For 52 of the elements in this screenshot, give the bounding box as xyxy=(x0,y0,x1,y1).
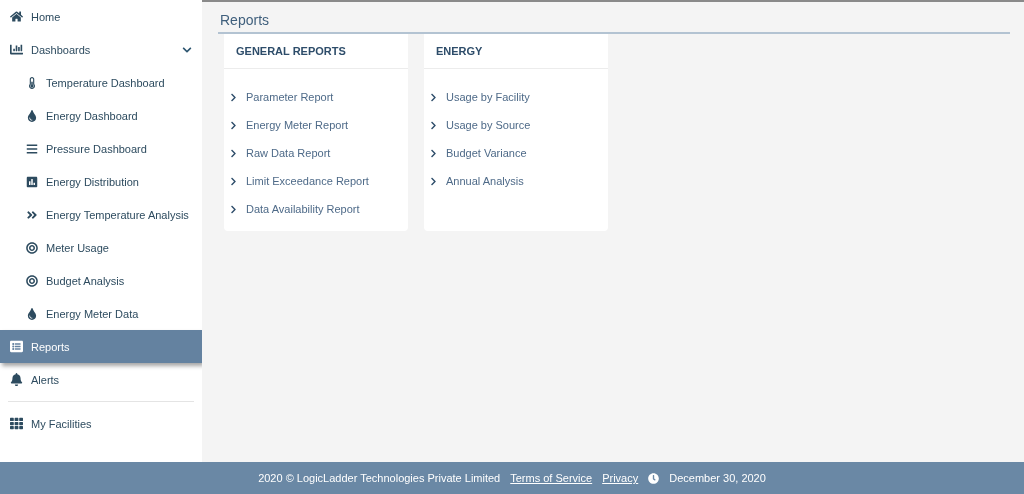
grid-icon xyxy=(10,417,23,430)
copyright-text: 2020 © LogicLadder Technologies Private Limited xyxy=(258,472,501,484)
sidebar-item[interactable]: Budget Analysis xyxy=(0,264,202,297)
clock-icon xyxy=(648,472,660,484)
list-icon xyxy=(10,340,23,353)
chevron-down-icon[interactable] xyxy=(182,44,192,55)
sidebar-item[interactable]: Energy Meter Data xyxy=(0,297,202,330)
sidebar-item[interactable]: Pressure Dashboard xyxy=(0,132,202,165)
chevron-right-icon xyxy=(229,176,238,186)
menu-icon xyxy=(26,142,38,155)
target-icon xyxy=(26,241,38,254)
sidebar-item[interactable]: Energy Dashboard xyxy=(0,99,202,132)
chevron-right-icon xyxy=(429,148,438,158)
report-link[interactable]: Budget Variance xyxy=(424,139,608,167)
chevron-right-icon xyxy=(229,148,238,158)
report-link[interactable]: Raw Data Report xyxy=(224,139,408,167)
report-link[interactable]: Usage by Source xyxy=(424,111,608,139)
report-link[interactable]: Parameter Report xyxy=(224,83,408,111)
chevron-right-icon xyxy=(229,204,238,214)
chevron-right-icon xyxy=(429,120,438,130)
sidebar-item[interactable]: Meter Usage xyxy=(0,231,202,264)
report-link[interactable]: Usage by Facility xyxy=(424,83,608,111)
sidebar-item[interactable]: Reports xyxy=(0,330,202,363)
card-title: GENERAL REPORTS xyxy=(224,34,408,69)
sidebar-item[interactable]: Home xyxy=(0,0,202,33)
report-link[interactable]: Annual Analysis xyxy=(424,167,608,195)
sidebar-item[interactable]: Energy Distribution xyxy=(0,165,202,198)
chart-icon xyxy=(26,175,38,188)
target-icon xyxy=(26,274,38,287)
chevron-right-icon xyxy=(429,176,438,186)
report-link[interactable]: Data Availability Report xyxy=(224,195,408,223)
chevron-right-icon xyxy=(429,92,438,102)
bar-chart-icon xyxy=(10,43,23,56)
home-icon xyxy=(10,10,23,23)
drop-icon xyxy=(26,109,38,122)
sidebar-item[interactable]: Alerts xyxy=(0,363,202,396)
date-text: December 30, 2020 xyxy=(669,472,766,484)
report-link[interactable]: Limit Exceedance Report xyxy=(224,167,408,195)
double-chevron-icon xyxy=(26,208,38,221)
chevron-right-icon xyxy=(229,92,238,102)
bell-icon xyxy=(10,373,23,386)
card-title: ENERGY xyxy=(424,34,608,69)
report-link[interactable]: Energy Meter Report xyxy=(224,111,408,139)
drop-icon xyxy=(26,307,38,320)
sidebar-item[interactable]: My Facilities xyxy=(0,407,202,440)
chevron-right-icon xyxy=(229,120,238,130)
footer-link[interactable]: Privacy xyxy=(602,472,639,484)
footer-link[interactable]: Terms of Service xyxy=(510,472,593,484)
thermometer-icon xyxy=(26,76,38,89)
sidebar-item[interactable]: Energy Temperature Analysis xyxy=(0,198,202,231)
sidebar-item[interactable]: Temperature Dashboard xyxy=(0,66,202,99)
sidebar-item[interactable]: Dashboards xyxy=(0,33,202,66)
